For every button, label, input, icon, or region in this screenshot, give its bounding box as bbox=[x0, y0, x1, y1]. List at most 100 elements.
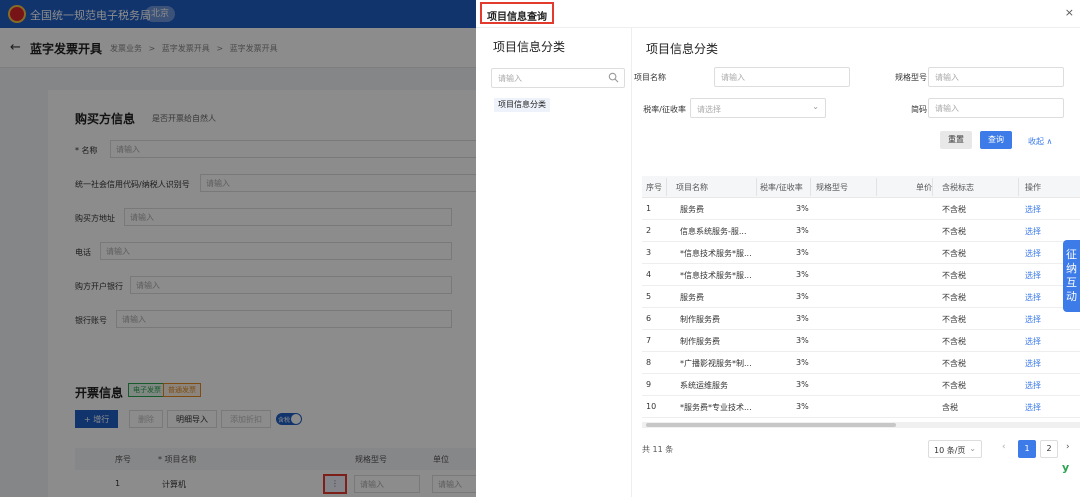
table-row: 10 *服务费*专业技术... 3% 含税 选择 bbox=[642, 396, 1080, 418]
row-tax-rate: 3% bbox=[796, 226, 809, 235]
row-tax-flag: 不含税 bbox=[942, 249, 966, 258]
row-index: 6 bbox=[646, 314, 652, 323]
table-row: 1 服务费 3% 不含税 选择 bbox=[642, 198, 1080, 220]
table-row: 6 制作服务费 3% 不含税 选择 bbox=[642, 308, 1080, 330]
table-row: 3 *信息技术服务*服... 3% 不含税 选择 bbox=[642, 242, 1080, 264]
col-divider bbox=[810, 178, 811, 196]
row-tax-flag: 不含税 bbox=[942, 337, 966, 346]
table-row: 2 信息系统服务-服... 3% 不含税 选择 bbox=[642, 220, 1080, 242]
row-select-link[interactable]: 选择 bbox=[1025, 380, 1041, 391]
table-row: 9 系统运维服务 3% 不含税 选择 bbox=[642, 374, 1080, 396]
row-index: 10 bbox=[646, 402, 657, 411]
col-unit-price: 单价 bbox=[916, 183, 932, 192]
row-select-link[interactable]: 选择 bbox=[1025, 292, 1041, 303]
item-query-drawer: 项目信息查询 × 项目信息分类 项目信息分类 项目信息分类 项目名称 规格型号 … bbox=[476, 0, 1080, 497]
col-item-name: 项目名称 bbox=[676, 183, 708, 192]
short-code-field bbox=[928, 98, 1064, 118]
row-tax-flag: 不含税 bbox=[942, 293, 966, 302]
tree-node-item-category[interactable]: 项目信息分类 bbox=[494, 98, 550, 112]
row-index: 8 bbox=[646, 358, 652, 367]
tax-rate-select[interactable]: 请选择 ⌄ bbox=[690, 98, 826, 118]
row-tax-flag: 不含税 bbox=[942, 271, 966, 280]
row-item-name: 制作服务费 bbox=[680, 337, 720, 346]
col-operation: 操作 bbox=[1025, 183, 1041, 192]
row-index: 4 bbox=[646, 270, 652, 279]
chevron-down-icon: ⌄ bbox=[812, 102, 819, 111]
drawer-header: 项目信息查询 × bbox=[476, 0, 1080, 28]
table-row: 5 服务费 3% 不含税 选择 bbox=[642, 286, 1080, 308]
category-tree-panel: 项目信息分类 项目信息分类 bbox=[476, 28, 632, 497]
item-name-field bbox=[714, 67, 850, 87]
spec-model-field bbox=[928, 67, 1064, 87]
tree-title: 项目信息分类 bbox=[493, 40, 566, 54]
tree-search-box bbox=[491, 68, 625, 88]
row-tax-flag: 不含税 bbox=[942, 205, 966, 214]
tree-search-input[interactable] bbox=[492, 69, 604, 87]
close-icon[interactable]: × bbox=[1065, 6, 1074, 19]
row-tax-flag: 含税 bbox=[942, 403, 958, 412]
reset-button[interactable]: 重置 bbox=[940, 131, 972, 149]
row-item-name: *信息技术服务*服... bbox=[680, 271, 752, 280]
row-index: 9 bbox=[646, 380, 652, 389]
row-index: 7 bbox=[646, 336, 652, 345]
row-select-link[interactable]: 选择 bbox=[1025, 358, 1041, 369]
col-tax-flag: 含税标志 bbox=[942, 183, 974, 192]
row-tax-flag: 不含税 bbox=[942, 359, 966, 368]
row-tax-rate: 3% bbox=[796, 204, 809, 213]
scrollbar-thumb[interactable] bbox=[646, 423, 896, 427]
row-index: 3 bbox=[646, 248, 652, 257]
row-item-name: 信息系统服务-服... bbox=[680, 227, 747, 236]
col-divider bbox=[666, 178, 667, 196]
table-horizontal-scrollbar[interactable] bbox=[642, 422, 1080, 428]
col-spec-model: 规格型号 bbox=[816, 183, 848, 192]
row-tax-flag: 不含税 bbox=[942, 381, 966, 390]
chevron-down-icon: ⌄ bbox=[969, 444, 976, 453]
row-select-link[interactable]: 选择 bbox=[1025, 402, 1041, 413]
page-size-select[interactable]: 10 条/页 ⌄ bbox=[928, 440, 982, 458]
page-1-button[interactable]: 1 bbox=[1018, 440, 1036, 458]
row-select-link[interactable]: 选择 bbox=[1025, 248, 1041, 259]
query-main-panel: 项目信息分类 项目名称 规格型号 税率/征收率 请选择 ⌄ 简码 重置 查询 收… bbox=[632, 28, 1080, 497]
row-tax-rate: 3% bbox=[796, 358, 809, 367]
spec-model-label: 规格型号 bbox=[895, 73, 927, 82]
tax-interaction-side-tab[interactable]: 征纳互动 bbox=[1063, 240, 1080, 312]
row-item-name: 系统运维服务 bbox=[680, 381, 728, 390]
row-item-name: 制作服务费 bbox=[680, 315, 720, 324]
item-name-label: 项目名称 bbox=[634, 73, 666, 82]
table-row: 8 *广播影视服务*制... 3% 不含税 选择 bbox=[642, 352, 1080, 374]
prev-page-icon[interactable]: ‹ bbox=[1002, 442, 1006, 452]
row-tax-rate: 3% bbox=[796, 336, 809, 345]
row-index: 5 bbox=[646, 292, 652, 301]
col-divider bbox=[756, 178, 757, 196]
row-item-name: 服务费 bbox=[680, 293, 704, 302]
row-item-name: *信息技术服务*服... bbox=[680, 249, 752, 258]
item-name-input[interactable] bbox=[715, 68, 849, 86]
tax-rate-label: 税率/征收率 bbox=[643, 105, 686, 114]
page-2-button[interactable]: 2 bbox=[1040, 440, 1058, 458]
collapse-filters-link[interactable]: 收起 ∧ bbox=[1028, 136, 1052, 147]
row-select-link[interactable]: 选择 bbox=[1025, 204, 1041, 215]
row-tax-rate: 3% bbox=[796, 248, 809, 257]
col-divider bbox=[1018, 178, 1019, 196]
row-index: 1 bbox=[646, 204, 652, 213]
search-button[interactable]: 查询 bbox=[980, 131, 1012, 149]
table-row: 4 *信息技术服务*服... 3% 不含税 选择 bbox=[642, 264, 1080, 286]
spec-model-input[interactable] bbox=[929, 68, 1063, 86]
row-tax-rate: 3% bbox=[796, 380, 809, 389]
main-title: 项目信息分类 bbox=[646, 42, 719, 56]
row-select-link[interactable]: 选择 bbox=[1025, 270, 1041, 281]
row-select-link[interactable]: 选择 bbox=[1025, 314, 1041, 325]
row-tax-flag: 不含税 bbox=[942, 227, 966, 236]
drawer-title: 项目信息查询 bbox=[480, 2, 554, 24]
row-tax-rate: 3% bbox=[796, 292, 809, 301]
row-item-name: *广播影视服务*制... bbox=[680, 359, 752, 368]
short-code-label: 简码 bbox=[911, 105, 927, 114]
next-page-icon[interactable]: › bbox=[1066, 442, 1070, 452]
item-table-header: 序号 项目名称 税率/征收率 规格型号 单价 含税标志 操作 bbox=[642, 176, 1080, 198]
short-code-input[interactable] bbox=[929, 99, 1063, 117]
row-tax-rate: 3% bbox=[796, 314, 809, 323]
row-select-link[interactable]: 选择 bbox=[1025, 226, 1041, 237]
row-select-link[interactable]: 选择 bbox=[1025, 336, 1041, 347]
col-index: 序号 bbox=[646, 183, 662, 192]
row-item-name: 服务费 bbox=[680, 205, 704, 214]
